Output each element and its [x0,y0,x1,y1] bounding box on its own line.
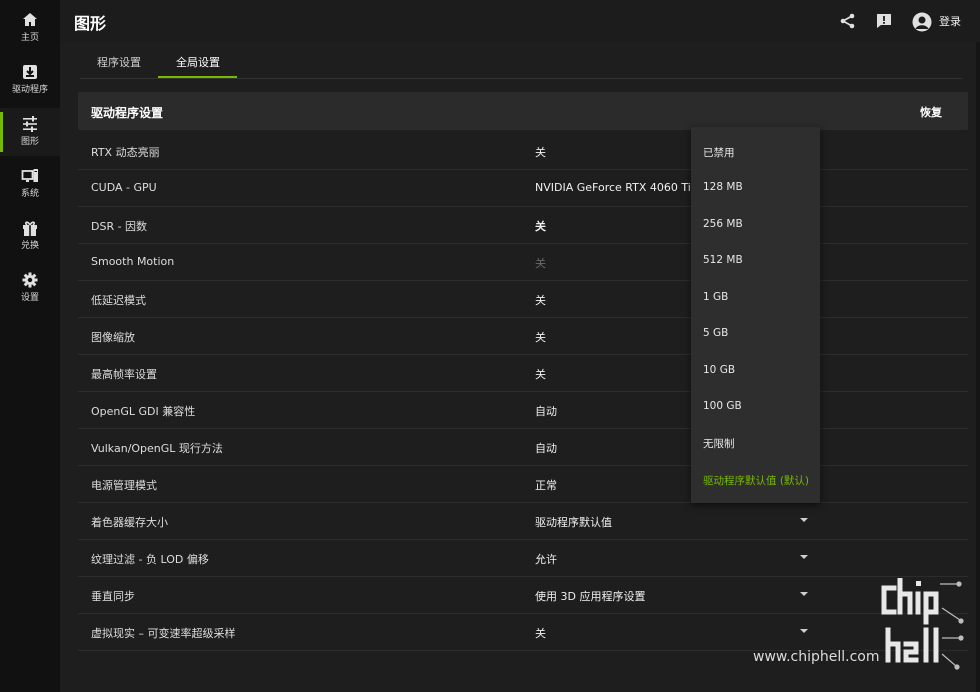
restore-button[interactable]: 恢复 [920,104,942,120]
nav-label-graphics: 图形 [20,137,39,147]
dropdown-option-selected[interactable]: 驱动程序默认值 (默认) [703,473,809,488]
setting-label: 着色器缓存大小 [91,516,168,529]
setting-value[interactable]: 允许 [535,551,557,567]
avatar-icon[interactable] [912,12,932,32]
gift-icon [23,221,37,236]
dropdown-option[interactable]: 无限制 [703,436,735,451]
chevron-down-icon[interactable] [800,555,808,559]
setting-value[interactable]: 关 [535,366,546,382]
dropdown-option[interactable]: 1 GB [703,291,728,303]
setting-row-dsr-factors[interactable]: DSR - 因数 关 [78,206,968,244]
nav-item-drivers[interactable]: 驱动程序 [0,56,60,104]
shader-cache-dropdown: 已禁用 128 MB 256 MB 512 MB 1 GB 5 GB 10 GB… [691,127,820,503]
chevron-down-icon[interactable] [800,592,808,596]
tab-program-settings[interactable]: 程序设置 [97,54,141,70]
home-icon [23,13,37,26]
setting-row-vr-variable-rate-supersampling[interactable]: 虚拟现实 – 可变速率超级采样 关 [78,613,968,651]
setting-label: 电源管理模式 [91,479,157,492]
nav-item-graphics[interactable]: 图形 [0,108,60,156]
setting-value[interactable]: 使用 3D 应用程序设置 [535,588,645,604]
nav-item-settings[interactable]: 设置 [0,264,60,312]
chiphell-watermark-logo [881,578,964,670]
setting-row-texture-filter-lod-bias[interactable]: 纹理过滤 - 负 LOD 偏移 允许 [78,539,968,577]
scrollbar[interactable] [976,42,980,692]
setting-label: CUDA - GPU [91,181,157,194]
tab-bar: 程序设置 全局设置 [80,42,962,79]
login-button[interactable]: 登录 [939,13,961,29]
nav-label-home: 主页 [20,33,39,43]
setting-value[interactable]: 正常 [535,477,557,493]
driver-settings-panel: 驱动程序设置 恢复 RTX 动态亮丽 关 CUDA - GPU NVIDIA G… [78,92,968,654]
top-header: 图形 登录 [60,0,980,42]
nav-label-redeem: 兑换 [20,241,39,251]
active-tab-indicator [158,76,237,78]
dropdown-option[interactable]: 512 MB [703,254,743,266]
share-icon[interactable] [839,12,857,30]
setting-label: OpenGL GDI 兼容性 [91,405,196,418]
dropdown-option[interactable]: 256 MB [703,218,743,230]
chevron-down-icon[interactable] [800,518,808,522]
gear-icon [22,272,38,288]
setting-label: Vulkan/OpenGL 现行方法 [91,442,223,455]
setting-row-max-frame-rate[interactable]: 最高帧率设置 关 [78,354,968,392]
nav-label-drivers: 驱动程序 [11,85,48,95]
setting-value[interactable]: NVIDIA GeForce RTX 4060 Ti [535,181,691,194]
panel-header: 驱动程序设置 恢复 [78,92,968,130]
setting-row-rtx-dynamic-vibrance[interactable]: RTX 动态亮丽 关 [78,132,968,170]
setting-value[interactable]: 关 [535,218,546,234]
setting-label: 最高帧率设置 [91,368,157,381]
dropdown-option[interactable]: 10 GB [703,364,735,376]
setting-value[interactable]: 关 [535,329,546,345]
dropdown-option[interactable]: 5 GB [703,327,728,339]
setting-row-smooth-motion[interactable]: Smooth Motion 关 [78,243,968,281]
setting-row-low-latency-mode[interactable]: 低延迟模式 关 [78,280,968,318]
setting-value[interactable]: 关 [535,144,546,160]
page-title: 图形 [74,14,107,33]
nav-label-system: 系统 [20,189,39,199]
setting-label: DSR - 因数 [91,220,148,233]
panel-title: 驱动程序设置 [91,106,164,120]
setting-value[interactable]: 自动 [535,403,557,419]
dropdown-option[interactable]: 128 MB [703,181,743,193]
setting-label: RTX 动态亮丽 [91,146,160,159]
setting-label: 低延迟模式 [91,294,146,307]
setting-row-image-scaling[interactable]: 图像缩放 关 [78,317,968,355]
setting-label: 图像缩放 [91,331,135,344]
setting-value: 关 [535,257,546,270]
setting-row-cuda-gpu[interactable]: CUDA - GPU NVIDIA GeForce RTX 4060 Ti [78,169,968,207]
setting-row-opengl-gdi-compat[interactable]: OpenGL GDI 兼容性 自动 [78,391,968,429]
setting-label: Smooth Motion [91,255,175,268]
dropdown-option[interactable]: 100 GB [703,400,742,412]
dropdown-option[interactable]: 已禁用 [703,145,735,160]
setting-value[interactable]: 自动 [535,440,557,456]
sliders-icon [23,116,37,132]
setting-row-vertical-sync[interactable]: 垂直同步 使用 3D 应用程序设置 [78,576,968,614]
setting-row-shader-cache-size[interactable]: 着色器缓存大小 驱动程序默认值 [78,502,968,540]
setting-value[interactable]: 关 [535,292,546,308]
setting-label: 纹理过滤 - 负 LOD 偏移 [91,553,209,566]
download-icon [23,65,37,79]
setting-value[interactable]: 驱动程序默认值 [535,514,612,530]
feedback-icon[interactable] [875,12,893,30]
setting-row-power-management[interactable]: 电源管理模式 正常 [78,465,968,503]
monitor-icon [21,169,38,182]
setting-label: 虚拟现实 – 可变速率超级采样 [91,627,236,640]
chevron-down-icon[interactable] [800,629,808,633]
nav-item-system[interactable]: 系统 [0,160,60,208]
left-nav-rail: 主页 驱动程序 图形 系统 兑换 设置 [0,0,60,692]
watermark-url: www.chiphell.com [753,649,880,665]
setting-label: 垂直同步 [91,590,135,603]
nav-label-settings: 设置 [20,293,39,303]
setting-value[interactable]: 关 [535,625,546,641]
tab-global-settings[interactable]: 全局设置 [176,54,220,70]
setting-row-vulkan-opengl-present[interactable]: Vulkan/OpenGL 现行方法 自动 [78,428,968,466]
nav-item-home[interactable]: 主页 [0,4,60,52]
nav-item-redeem[interactable]: 兑换 [0,212,60,260]
